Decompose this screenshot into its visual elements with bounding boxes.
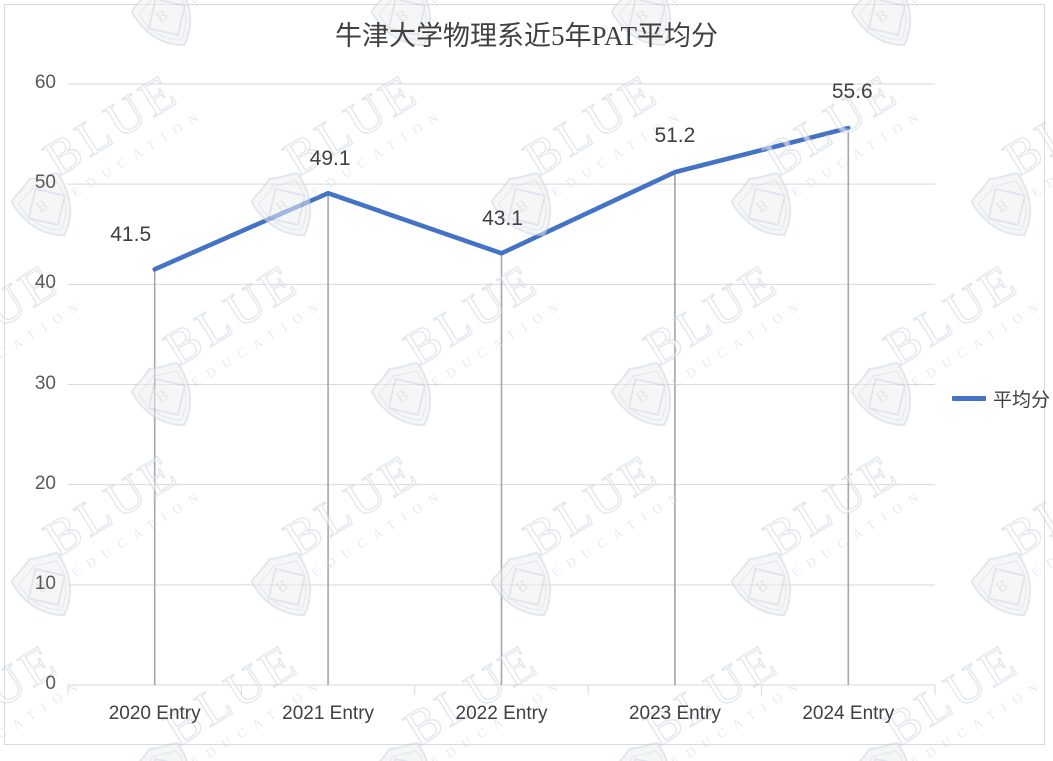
plot-area [67, 83, 936, 695]
chart-container: BBLUEEDUCATION BBLUEEDUCATION BBLUEEDUCA… [0, 0, 1053, 761]
chart-legend[interactable]: 平均分 [952, 385, 1050, 412]
legend-item-label: 平均分 [993, 390, 1051, 411]
series-line-平均分 [152, 125, 851, 272]
legend-color-swatch [952, 396, 986, 401]
chart-title: 牛津大学物理系近5年PAT平均分 [334, 21, 719, 51]
